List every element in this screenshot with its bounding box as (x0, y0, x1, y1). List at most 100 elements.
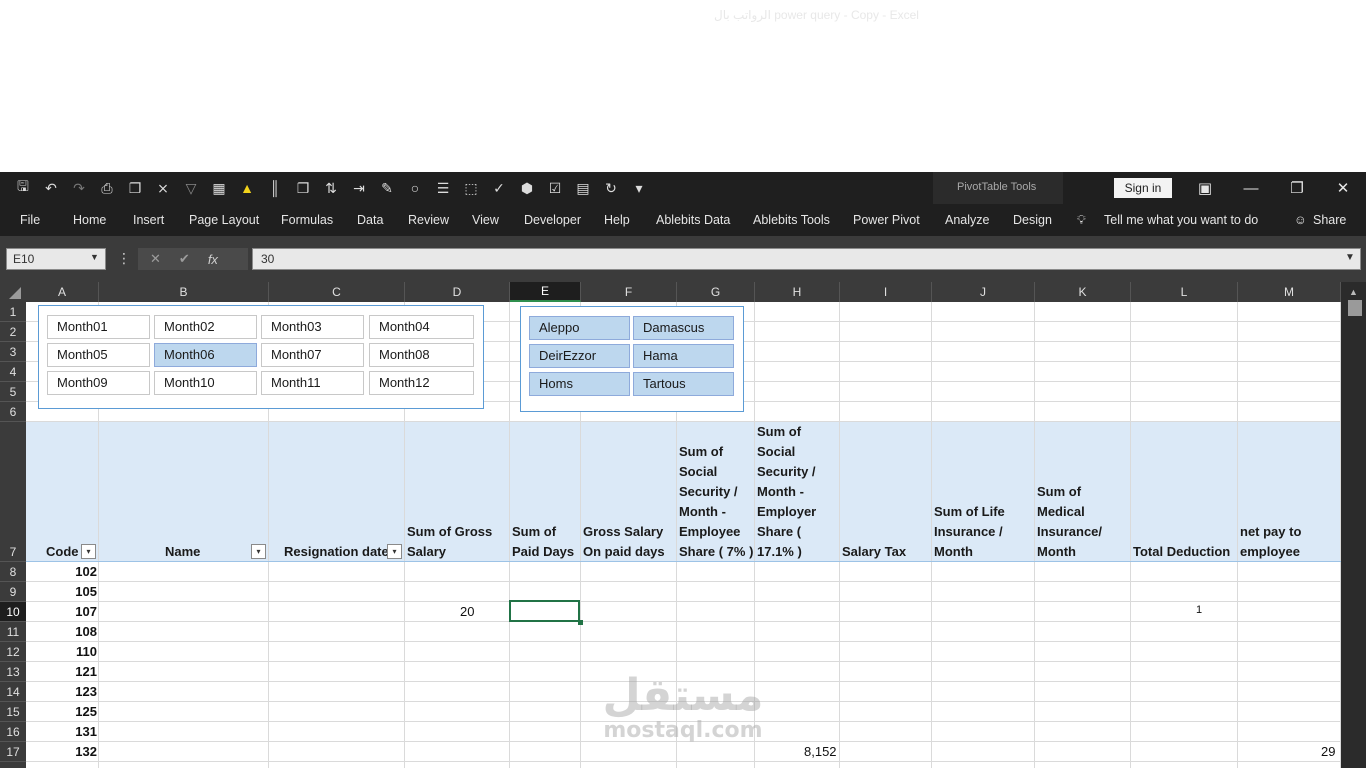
row-header-9[interactable]: 9 (0, 582, 26, 602)
tab-analyze[interactable]: Analyze (945, 213, 989, 227)
undo-icon[interactable]: ↶ (40, 177, 62, 199)
format-painter-icon[interactable]: ✎ (376, 177, 398, 199)
tab-view[interactable]: View (472, 213, 499, 227)
row-header-3[interactable]: 3 (0, 342, 26, 362)
slicer-item-hama[interactable]: Hama (633, 344, 734, 368)
cell-code[interactable]: 110 (26, 644, 97, 659)
slicer-item-month08[interactable]: Month08 (369, 343, 474, 367)
tab-power-pivot[interactable]: Power Pivot (853, 213, 920, 227)
row-header-16[interactable]: 16 (0, 722, 26, 742)
tab-home[interactable]: Home (73, 213, 106, 227)
scrollbar-thumb[interactable] (1348, 300, 1362, 316)
slicer-item-month02[interactable]: Month02 (154, 315, 257, 339)
check-doc-icon[interactable]: ☑ (544, 177, 566, 199)
close-icon[interactable]: ✕ (1320, 172, 1366, 204)
slicer-item-month10[interactable]: Month10 (154, 371, 257, 395)
customize-qat-icon[interactable]: ▾ (628, 177, 650, 199)
form-icon[interactable]: ▤ (572, 177, 594, 199)
cell-code[interactable]: 102 (26, 564, 97, 579)
column-header-h[interactable]: H (755, 282, 840, 302)
slicer-item-homs[interactable]: Homs (529, 372, 630, 396)
filter-icon[interactable]: ▽ (180, 177, 202, 199)
row-header-11[interactable]: 11 (0, 622, 26, 642)
tab-design[interactable]: Design (1013, 213, 1052, 227)
refresh-icon[interactable]: ↻ (600, 177, 622, 199)
row-header-1[interactable]: 1 (0, 302, 26, 322)
slicer-item-month06[interactable]: Month06 (154, 343, 257, 367)
redo-icon[interactable]: ↷ (68, 177, 90, 199)
cell-code[interactable]: 121 (26, 664, 97, 679)
filter-dropdown-name-icon[interactable]: ▾ (251, 544, 266, 559)
row-header-4[interactable]: 4 (0, 362, 26, 382)
slicer-item-month05[interactable]: Month05 (47, 343, 150, 367)
tell-me-search[interactable]: Tell me what you want to do (1104, 213, 1258, 227)
cell-partial-value[interactable]: 1 (1196, 604, 1202, 616)
rows-icon[interactable]: ☰ (432, 177, 454, 199)
column-header-c[interactable]: C (269, 282, 405, 302)
row-header-7[interactable]: 7 (0, 422, 26, 562)
column-header-l[interactable]: L (1131, 282, 1238, 302)
slicer-item-month03[interactable]: Month03 (261, 315, 364, 339)
row-header-5[interactable]: 5 (0, 382, 26, 402)
merge-icon[interactable]: ⬚ (460, 177, 482, 199)
cell-partial-value[interactable]: 29 (1321, 744, 1335, 759)
column-header-d[interactable]: D (405, 282, 510, 302)
cell-code[interactable]: 131 (26, 724, 97, 739)
table-icon[interactable]: ▦ (208, 177, 230, 199)
cell-code[interactable]: 105 (26, 584, 97, 599)
tab-formulas[interactable]: Formulas (281, 213, 333, 227)
fill-handle[interactable] (578, 620, 583, 625)
row-header-10[interactable]: 10 (0, 602, 26, 622)
slicer-item-damascus[interactable]: Damascus (633, 316, 734, 340)
slicer-item-tartous[interactable]: Tartous (633, 372, 734, 396)
column-header-k[interactable]: K (1035, 282, 1131, 302)
columns-icon[interactable]: ║ (264, 177, 286, 199)
tab-insert[interactable]: Insert (133, 213, 164, 227)
indent-icon[interactable]: ⇥ (348, 177, 370, 199)
cell-code[interactable]: 108 (26, 624, 97, 639)
tab-ablebits-tools[interactable]: Ablebits Tools (753, 213, 830, 227)
cell-code[interactable]: 125 (26, 704, 97, 719)
slicer-item-month11[interactable]: Month11 (261, 371, 364, 395)
enter-icon[interactable]: ✔ (179, 251, 190, 267)
column-header-a[interactable]: A (26, 282, 99, 302)
column-header-f[interactable]: F (581, 282, 677, 302)
column-header-j[interactable]: J (932, 282, 1035, 302)
slicer-item-month01[interactable]: Month01 (47, 315, 150, 339)
more-options-icon[interactable]: ⋮ (117, 250, 131, 267)
active-cell[interactable] (509, 600, 580, 622)
column-header-m[interactable]: M (1238, 282, 1341, 302)
cell-partial-value[interactable]: 8,152 (804, 744, 837, 759)
sort-icon[interactable]: ⇅ (320, 177, 342, 199)
column-header-e[interactable]: E (510, 282, 581, 302)
vertical-scrollbar[interactable] (1341, 282, 1366, 768)
cell-code[interactable]: 132 (26, 744, 97, 759)
3d-icon[interactable]: ⬢ (516, 177, 538, 199)
row-header-15[interactable]: 15 (0, 702, 26, 722)
clear-filter-icon[interactable]: ⨯ (152, 177, 174, 199)
fill-color-icon[interactable]: ▲ (236, 177, 258, 199)
cell-code[interactable]: 123 (26, 684, 97, 699)
tab-data[interactable]: Data (357, 213, 383, 227)
row-header-8[interactable]: 8 (0, 562, 26, 582)
row-header-13[interactable]: 13 (0, 662, 26, 682)
chevron-down-icon[interactable]: ▼ (90, 252, 99, 262)
row-header-12[interactable]: 12 (0, 642, 26, 662)
print-preview-icon[interactable]: ⎙ (96, 177, 118, 199)
tab-review[interactable]: Review (408, 213, 449, 227)
filter-dropdown-resignation-icon[interactable]: ▾ (387, 544, 402, 559)
filter-dropdown-code-icon[interactable]: ▾ (81, 544, 96, 559)
share-button[interactable]: Share (1313, 213, 1346, 227)
copy-icon[interactable]: ❐ (292, 177, 314, 199)
insert-function-icon[interactable]: fx (208, 252, 218, 267)
document-icon[interactable]: ❐ (124, 177, 146, 199)
cell-code[interactable]: 107 (26, 604, 97, 619)
tab-file[interactable]: File (20, 213, 40, 227)
tab-developer[interactable]: Developer (524, 213, 581, 227)
shape-icon[interactable]: ○ (404, 177, 426, 199)
restore-icon[interactable]: ❐ (1274, 172, 1320, 204)
slicer-item-month07[interactable]: Month07 (261, 343, 364, 367)
row-header-2[interactable]: 2 (0, 322, 26, 342)
scroll-up-icon[interactable]: ▲ (1349, 287, 1358, 297)
sign-in-button[interactable]: Sign in (1114, 178, 1172, 198)
